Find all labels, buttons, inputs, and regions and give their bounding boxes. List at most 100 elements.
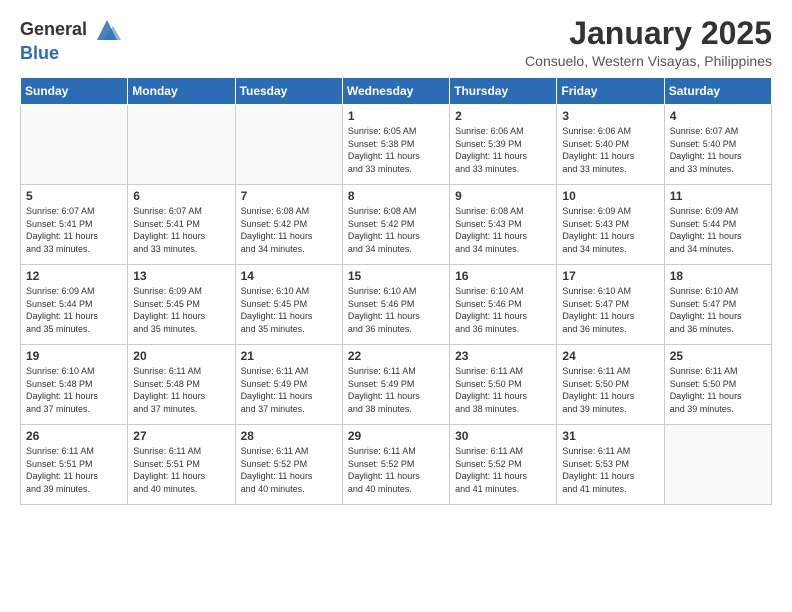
day-number: 8 bbox=[348, 189, 444, 203]
day-number: 13 bbox=[133, 269, 229, 283]
header: General Blue January 2025 Consuelo, West… bbox=[20, 16, 772, 69]
table-row: 6Sunrise: 6:07 AMSunset: 5:41 PMDaylight… bbox=[128, 185, 235, 265]
day-info: Sunrise: 6:11 AMSunset: 5:48 PMDaylight:… bbox=[133, 365, 229, 415]
table-row: 24 Sunrise: 6:11 AMSunset: 5:50 PMDayligh… bbox=[557, 345, 664, 425]
day-info: Sunrise: 6:09 AMSunset: 5:44 PMDaylight:… bbox=[670, 205, 766, 255]
day-info: Sunrise: 6:11 AMSunset: 5:51 PMDaylight:… bbox=[26, 445, 122, 495]
day-info: Sunrise: 6:11 AMSunset: 5:51 PMDaylight:… bbox=[133, 445, 229, 495]
day-info: Sunrise: 6:07 AMSunset: 5:40 PMDaylight:… bbox=[670, 125, 766, 175]
day-number: 10 bbox=[562, 189, 658, 203]
day-info: Sunrise: 6:09 AMSunset: 5:45 PMDaylight:… bbox=[133, 285, 229, 335]
col-friday: Friday bbox=[557, 78, 664, 105]
title-block: January 2025 Consuelo, Western Visayas, … bbox=[525, 16, 772, 69]
location-subtitle: Consuelo, Western Visayas, Philippines bbox=[525, 53, 772, 69]
table-row: 17 Sunrise: 6:10 AMSunset: 5:47 PMDayligh… bbox=[557, 265, 664, 345]
calendar-week-row: 12 Sunrise: 6:09 AMSunset: 5:44 PMDayligh… bbox=[21, 265, 772, 345]
day-number: 3 bbox=[562, 109, 658, 123]
day-number: 17 bbox=[562, 269, 658, 283]
table-row: 22 Sunrise: 6:11 AMSunset: 5:49 PMDayligh… bbox=[342, 345, 449, 425]
table-row: 20 Sunrise: 6:11 AMSunset: 5:48 PMDayligh… bbox=[128, 345, 235, 425]
calendar-week-row: 26 Sunrise: 6:11 AMSunset: 5:51 PMDayligh… bbox=[21, 425, 772, 505]
logo-icon bbox=[93, 16, 121, 44]
day-number: 5 bbox=[26, 189, 122, 203]
day-number: 12 bbox=[26, 269, 122, 283]
day-info: Sunrise: 6:09 AMSunset: 5:43 PMDaylight:… bbox=[562, 205, 658, 255]
table-row: 1 Sunrise: 6:05 AMSunset: 5:38 PMDaylight… bbox=[342, 105, 449, 185]
day-number: 22 bbox=[348, 349, 444, 363]
day-number: 7 bbox=[241, 189, 337, 203]
day-info: Sunrise: 6:08 AMSunset: 5:42 PMDaylight:… bbox=[241, 205, 337, 255]
day-info: Sunrise: 6:11 AMSunset: 5:50 PMDaylight:… bbox=[562, 365, 658, 415]
day-info: Sunrise: 6:09 AMSunset: 5:44 PMDaylight:… bbox=[26, 285, 122, 335]
day-info: Sunrise: 6:06 AMSunset: 5:39 PMDaylight:… bbox=[455, 125, 551, 175]
calendar-week-row: 5 Sunrise: 6:07 AMSunset: 5:41 PMDaylight… bbox=[21, 185, 772, 265]
day-number: 1 bbox=[348, 109, 444, 123]
day-info: Sunrise: 6:11 AMSunset: 5:49 PMDaylight:… bbox=[241, 365, 337, 415]
day-info: Sunrise: 6:10 AMSunset: 5:48 PMDaylight:… bbox=[26, 365, 122, 415]
day-number: 30 bbox=[455, 429, 551, 443]
table-row: 9 Sunrise: 6:08 AMSunset: 5:43 PMDaylight… bbox=[450, 185, 557, 265]
day-number: 18 bbox=[670, 269, 766, 283]
table-row: 12 Sunrise: 6:09 AMSunset: 5:44 PMDayligh… bbox=[21, 265, 128, 345]
day-info: Sunrise: 6:07 AMSunset: 5:41 PMDaylight:… bbox=[26, 205, 122, 255]
table-row: 16Sunrise: 6:10 AMSunset: 5:46 PMDayligh… bbox=[450, 265, 557, 345]
day-number: 9 bbox=[455, 189, 551, 203]
table-row: 10 Sunrise: 6:09 AMSunset: 5:43 PMDayligh… bbox=[557, 185, 664, 265]
day-info: Sunrise: 6:11 AMSunset: 5:49 PMDaylight:… bbox=[348, 365, 444, 415]
table-row bbox=[128, 105, 235, 185]
day-info: Sunrise: 6:11 AMSunset: 5:52 PMDaylight:… bbox=[455, 445, 551, 495]
logo-text: General bbox=[20, 20, 87, 40]
table-row: 23 Sunrise: 6:11 AMSunset: 5:50 PMDayligh… bbox=[450, 345, 557, 425]
day-info: Sunrise: 6:08 AMSunset: 5:42 PMDaylight:… bbox=[348, 205, 444, 255]
col-thursday: Thursday bbox=[450, 78, 557, 105]
day-info: Sunrise: 6:10 AMSunset: 5:45 PMDaylight:… bbox=[241, 285, 337, 335]
day-number: 24 bbox=[562, 349, 658, 363]
table-row: 8 Sunrise: 6:08 AMSunset: 5:42 PMDaylight… bbox=[342, 185, 449, 265]
page: General Blue January 2025 Consuelo, West… bbox=[0, 0, 792, 515]
table-row: 3 Sunrise: 6:06 AMSunset: 5:40 PMDaylight… bbox=[557, 105, 664, 185]
col-saturday: Saturday bbox=[664, 78, 771, 105]
col-monday: Monday bbox=[128, 78, 235, 105]
day-number: 20 bbox=[133, 349, 229, 363]
day-number: 28 bbox=[241, 429, 337, 443]
day-info: Sunrise: 6:10 AMSunset: 5:46 PMDaylight:… bbox=[455, 285, 551, 335]
table-row: 14 Sunrise: 6:10 AMSunset: 5:45 PMDayligh… bbox=[235, 265, 342, 345]
table-row: 25 Sunrise: 6:11 AMSunset: 5:50 PMDayligh… bbox=[664, 345, 771, 425]
day-info: Sunrise: 6:11 AMSunset: 5:53 PMDaylight:… bbox=[562, 445, 658, 495]
calendar: Sunday Monday Tuesday Wednesday Thursday… bbox=[20, 77, 772, 505]
table-row: 7 Sunrise: 6:08 AMSunset: 5:42 PMDaylight… bbox=[235, 185, 342, 265]
col-wednesday: Wednesday bbox=[342, 78, 449, 105]
day-number: 15 bbox=[348, 269, 444, 283]
table-row: 31 Sunrise: 6:11 AMSunset: 5:53 PMDayligh… bbox=[557, 425, 664, 505]
table-row: 26 Sunrise: 6:11 AMSunset: 5:51 PMDayligh… bbox=[21, 425, 128, 505]
day-number: 31 bbox=[562, 429, 658, 443]
day-info: Sunrise: 6:11 AMSunset: 5:50 PMDaylight:… bbox=[670, 365, 766, 415]
month-title: January 2025 bbox=[525, 16, 772, 51]
day-info: Sunrise: 6:05 AMSunset: 5:38 PMDaylight:… bbox=[348, 125, 444, 175]
day-number: 29 bbox=[348, 429, 444, 443]
day-info: Sunrise: 6:08 AMSunset: 5:43 PMDaylight:… bbox=[455, 205, 551, 255]
day-number: 26 bbox=[26, 429, 122, 443]
table-row: 29Sunrise: 6:11 AMSunset: 5:52 PMDayligh… bbox=[342, 425, 449, 505]
day-number: 2 bbox=[455, 109, 551, 123]
day-info: Sunrise: 6:06 AMSunset: 5:40 PMDaylight:… bbox=[562, 125, 658, 175]
day-number: 27 bbox=[133, 429, 229, 443]
table-row bbox=[664, 425, 771, 505]
day-info: Sunrise: 6:11 AMSunset: 5:50 PMDaylight:… bbox=[455, 365, 551, 415]
day-number: 23 bbox=[455, 349, 551, 363]
table-row bbox=[235, 105, 342, 185]
day-number: 6 bbox=[133, 189, 229, 203]
table-row: 15 Sunrise: 6:10 AMSunset: 5:46 PMDayligh… bbox=[342, 265, 449, 345]
day-number: 25 bbox=[670, 349, 766, 363]
day-info: Sunrise: 6:10 AMSunset: 5:46 PMDaylight:… bbox=[348, 285, 444, 335]
day-number: 14 bbox=[241, 269, 337, 283]
day-info: Sunrise: 6:10 AMSunset: 5:47 PMDaylight:… bbox=[562, 285, 658, 335]
day-number: 4 bbox=[670, 109, 766, 123]
table-row: 18Sunrise: 6:10 AMSunset: 5:47 PMDayligh… bbox=[664, 265, 771, 345]
col-tuesday: Tuesday bbox=[235, 78, 342, 105]
day-number: 21 bbox=[241, 349, 337, 363]
table-row: 30 Sunrise: 6:11 AMSunset: 5:52 PMDayligh… bbox=[450, 425, 557, 505]
logo-subtext: Blue bbox=[20, 44, 59, 64]
table-row: 13 Sunrise: 6:09 AMSunset: 5:45 PMDayligh… bbox=[128, 265, 235, 345]
calendar-week-row: 19Sunrise: 6:10 AMSunset: 5:48 PMDayligh… bbox=[21, 345, 772, 425]
